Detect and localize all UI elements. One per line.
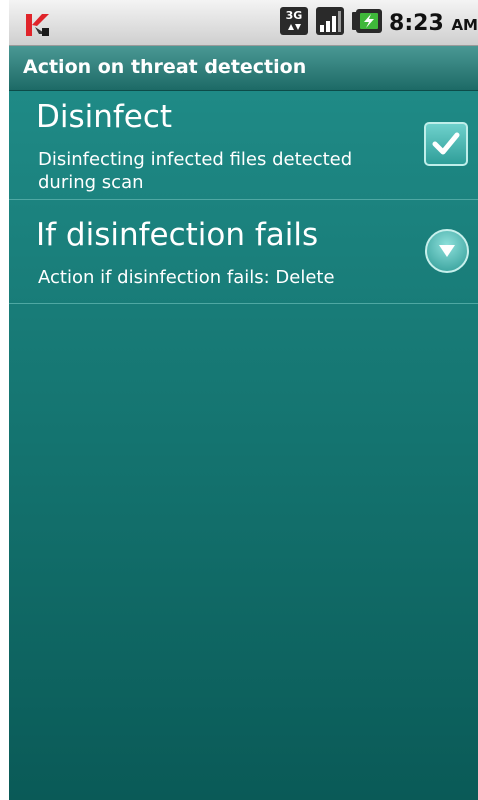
title-bar: Action on threat detection <box>9 46 478 91</box>
status-icons: 3G 8:23 AM <box>279 6 478 40</box>
signal-icon <box>315 6 345 40</box>
status-clock: 8:23 AM <box>389 11 478 36</box>
3g-data-icon: 3G <box>279 6 309 40</box>
checkmark-icon <box>432 132 460 155</box>
battery-charging-icon <box>351 6 383 40</box>
chevron-down-icon <box>439 245 455 257</box>
preferences-list: Disinfect Disinfecting infected files de… <box>9 91 478 800</box>
page-title: Action on threat detection <box>23 56 307 78</box>
disinfection-fails-preference[interactable]: If disinfection fails Action if disinfec… <box>9 200 478 304</box>
disinfect-checkbox[interactable] <box>424 122 468 166</box>
disinfect-title: Disinfect <box>36 99 173 135</box>
disinfect-preference[interactable]: Disinfect Disinfecting infected files de… <box>9 91 478 200</box>
dropdown-icon[interactable] <box>425 229 469 273</box>
clock-time: 8:23 <box>389 10 444 36</box>
network-type-label: 3G <box>286 9 303 22</box>
status-bar: 3G 8:23 AM <box>9 0 478 46</box>
clock-ampm: AM <box>451 15 478 34</box>
disinfection-fails-summary: Action if disinfection fails: Delete <box>38 267 335 288</box>
app-screen: 3G 8:23 AM Action on threat detection Di… <box>9 0 478 800</box>
disinfection-fails-title: If disinfection fails <box>36 217 319 253</box>
kaspersky-icon <box>24 12 50 38</box>
disinfect-summary: Disinfecting infected files detected dur… <box>38 149 353 193</box>
